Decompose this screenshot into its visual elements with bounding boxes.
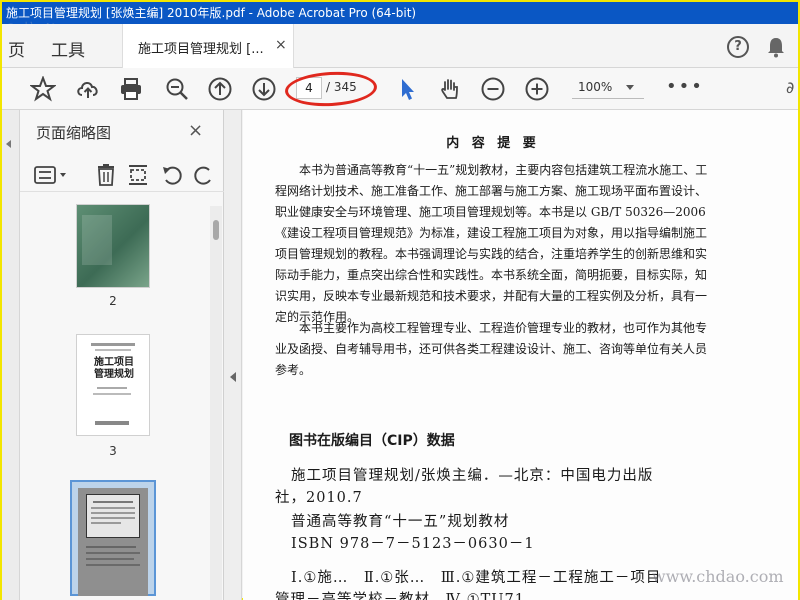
navigation-strip	[2, 110, 20, 600]
edge-tool-icon[interactable]: ∂	[786, 78, 794, 97]
thumbnail-label: 2	[109, 294, 117, 308]
next-page-icon[interactable]	[251, 76, 277, 102]
help-icon[interactable]: ?	[727, 36, 749, 58]
cip-line: 普通高等教育“十一五”规划教材	[291, 514, 510, 530]
header-line	[95, 349, 131, 351]
rotate-clockwise-icon[interactable]	[192, 164, 216, 186]
extract-pages-icon[interactable]	[126, 164, 150, 186]
cover-pattern	[82, 215, 112, 265]
page-thumbnails-panel: 页面缩略图 × 2 施工项目 管理规划 3	[20, 110, 224, 600]
notification-bell-icon[interactable]	[766, 36, 786, 58]
zoom-search-icon[interactable]	[164, 76, 190, 102]
document-tab-label: 施工项目管理规划 [...	[138, 42, 264, 57]
thumbnail-page-2[interactable]	[76, 204, 150, 288]
close-tab-button[interactable]: ×	[275, 37, 287, 53]
zoom-out-icon[interactable]	[480, 76, 506, 102]
zoom-in-icon[interactable]	[524, 76, 550, 102]
document-page: 内 容 提 要 本书为普通高等教育“十一五”规划教材，主要内容包括建筑工程流水施…	[243, 110, 798, 600]
tab-document[interactable]: 施工项目管理规划 [... ×	[122, 24, 294, 68]
window-title: 施工项目管理规划 [张焕主编] 2010年版.pdf - Adobe Acrob…	[6, 6, 417, 20]
bookmark-star-icon[interactable]	[30, 76, 56, 102]
expand-arrow-icon[interactable]	[6, 140, 11, 148]
rotate-counterclockwise-icon[interactable]	[160, 164, 184, 186]
thumbnail-scrollbar[interactable]	[210, 206, 222, 600]
delete-page-icon[interactable]	[94, 164, 118, 186]
cip-line: Ⅰ.①施… Ⅱ.①张… Ⅲ.①建筑工程－工程施工－项目	[291, 570, 662, 586]
publisher-mark	[95, 421, 129, 425]
collapse-panel-arrow-icon[interactable]	[230, 372, 236, 382]
page-preview-text	[86, 494, 140, 538]
options-menu-icon[interactable]	[34, 164, 70, 186]
author-line	[93, 393, 131, 395]
highlight-oval	[284, 69, 378, 109]
cip-line: 施工项目管理规划/张焕主编．—北京：中国电力出版	[291, 468, 654, 484]
close-panel-button[interactable]: ×	[188, 120, 203, 141]
previous-page-icon[interactable]	[207, 76, 233, 102]
tab-bar: 页 工具 施工项目管理规划 [... × ?	[2, 24, 798, 68]
tab-home[interactable]: 页	[8, 36, 25, 61]
cip-title: 图书在版编目（CIP）数据	[289, 433, 455, 449]
cloud-upload-icon[interactable]	[75, 76, 101, 102]
hand-tool-icon[interactable]	[437, 76, 463, 102]
main-toolbar: 4 / 345 100% ••• ∂	[2, 68, 798, 110]
window-title-bar: 施工项目管理规划 [张焕主编] 2010年版.pdf - Adobe Acrob…	[2, 2, 798, 24]
tab-tools[interactable]: 工具	[51, 36, 85, 61]
panel-title: 页面缩略图	[36, 124, 112, 142]
site-watermark: www.chdao.com	[652, 567, 784, 586]
thumbnail-page-3[interactable]: 施工项目 管理规划	[76, 334, 150, 436]
page-preview	[78, 488, 148, 596]
panel-divider[interactable]	[224, 110, 242, 600]
cip-line: 社，2010.7	[275, 490, 363, 506]
print-icon[interactable]	[118, 76, 144, 102]
summary-paragraph-1: 本书为普通高等教育“十一五”规划教材，主要内容包括建筑工程流水施工、工程网络计划…	[275, 163, 708, 324]
thumbnail-list: 2 施工项目 管理规划 3	[20, 196, 210, 600]
cip-line: ISBN 978－7－5123－0630－1	[291, 536, 535, 552]
summary-paragraph-2: 本书主要作为高校工程管理专业、工程造价管理专业的教材，也可作为其他专业及函授、自…	[275, 321, 708, 377]
author-line	[97, 387, 127, 389]
thumbnail-page-4-selected[interactable]	[70, 480, 156, 596]
more-tools-button[interactable]: •••	[666, 76, 704, 97]
cip-line: 管理－高等学校－教材 Ⅳ.①TU71	[275, 592, 525, 600]
cover-title: 施工项目 管理规划	[94, 357, 134, 380]
thumbnail-label: 3	[109, 444, 117, 458]
panel-toolbar	[20, 156, 224, 192]
scrollbar-thumb[interactable]	[213, 220, 219, 240]
document-heading: 内 容 提 要	[446, 136, 540, 151]
chevron-down-icon[interactable]	[626, 85, 634, 90]
select-cursor-icon[interactable]	[394, 76, 420, 102]
header-line	[91, 343, 135, 346]
